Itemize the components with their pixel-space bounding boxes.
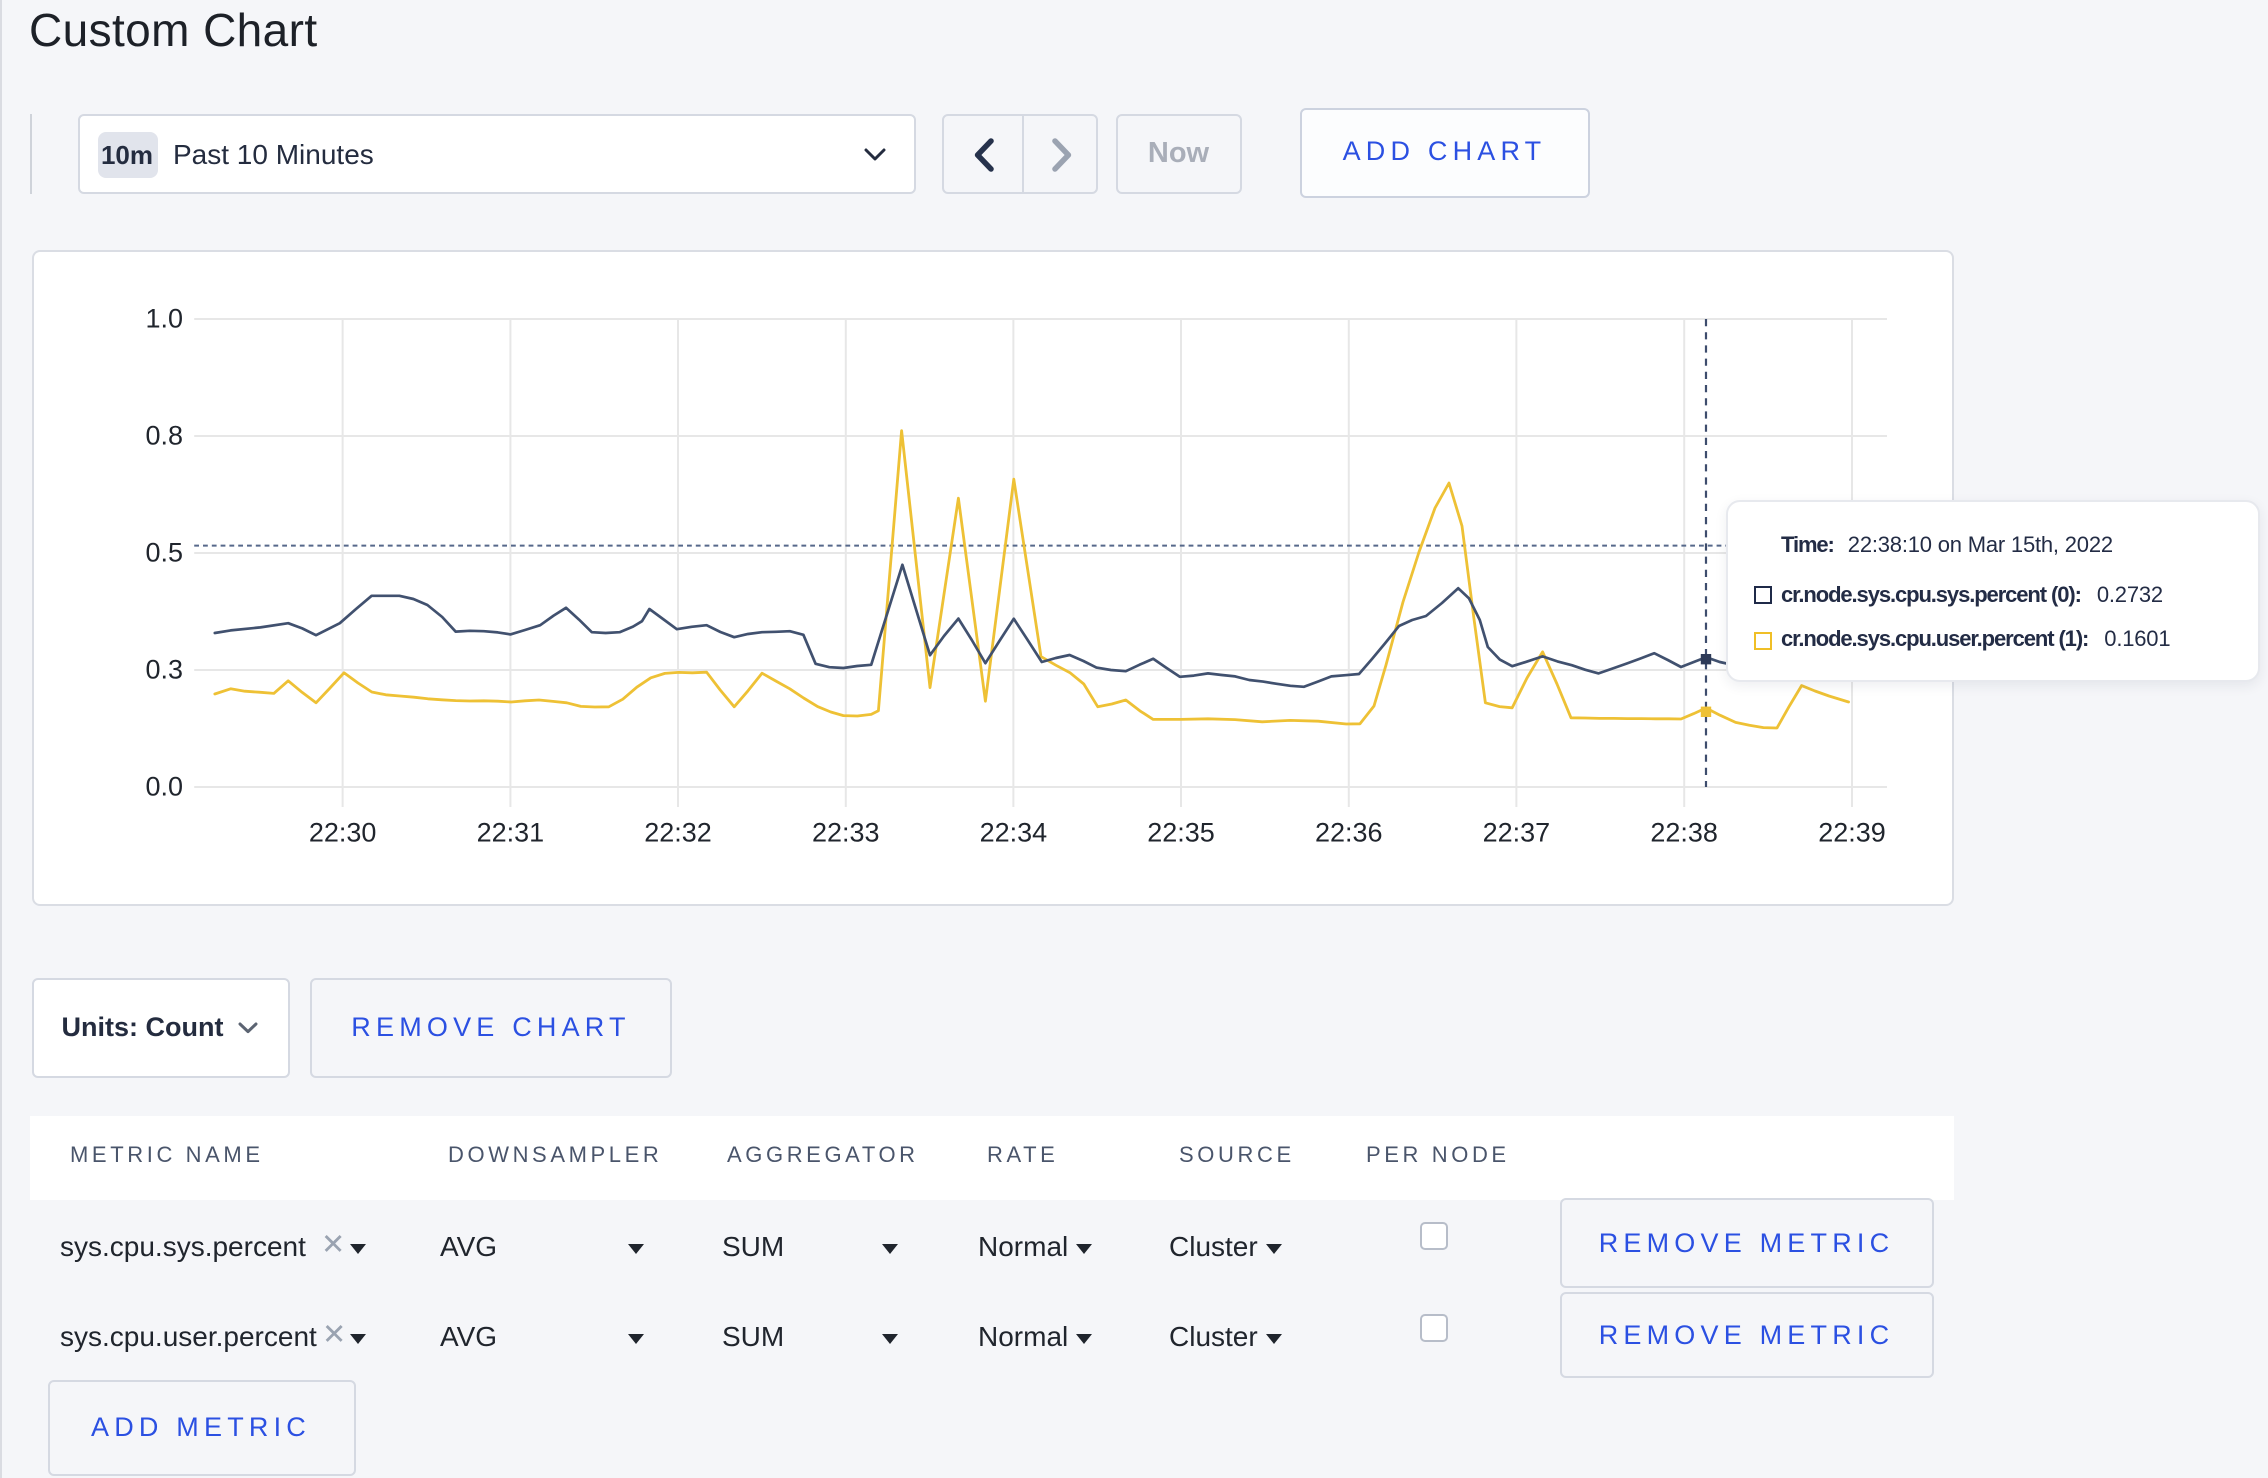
svg-text:0.0: 0.0 <box>144 771 182 801</box>
svg-text:0.8: 0.8 <box>144 420 182 450</box>
svg-text:0.3: 0.3 <box>144 654 182 684</box>
svg-text:22:36: 22:36 <box>1314 818 1382 848</box>
svg-text:22:33: 22:33 <box>811 818 879 848</box>
svg-text:1.0: 1.0 <box>144 303 182 333</box>
svg-text:22:30: 22:30 <box>308 818 376 848</box>
svg-text:22:31: 22:31 <box>476 818 544 848</box>
svg-text:22:38: 22:38 <box>1649 818 1717 848</box>
svg-text:22:39: 22:39 <box>1817 818 1885 848</box>
svg-text:22:32: 22:32 <box>643 818 711 848</box>
svg-text:22:37: 22:37 <box>1482 818 1550 848</box>
svg-text:0.5: 0.5 <box>144 537 182 567</box>
svg-text:22:34: 22:34 <box>979 818 1047 848</box>
svg-text:22:35: 22:35 <box>1146 818 1214 848</box>
